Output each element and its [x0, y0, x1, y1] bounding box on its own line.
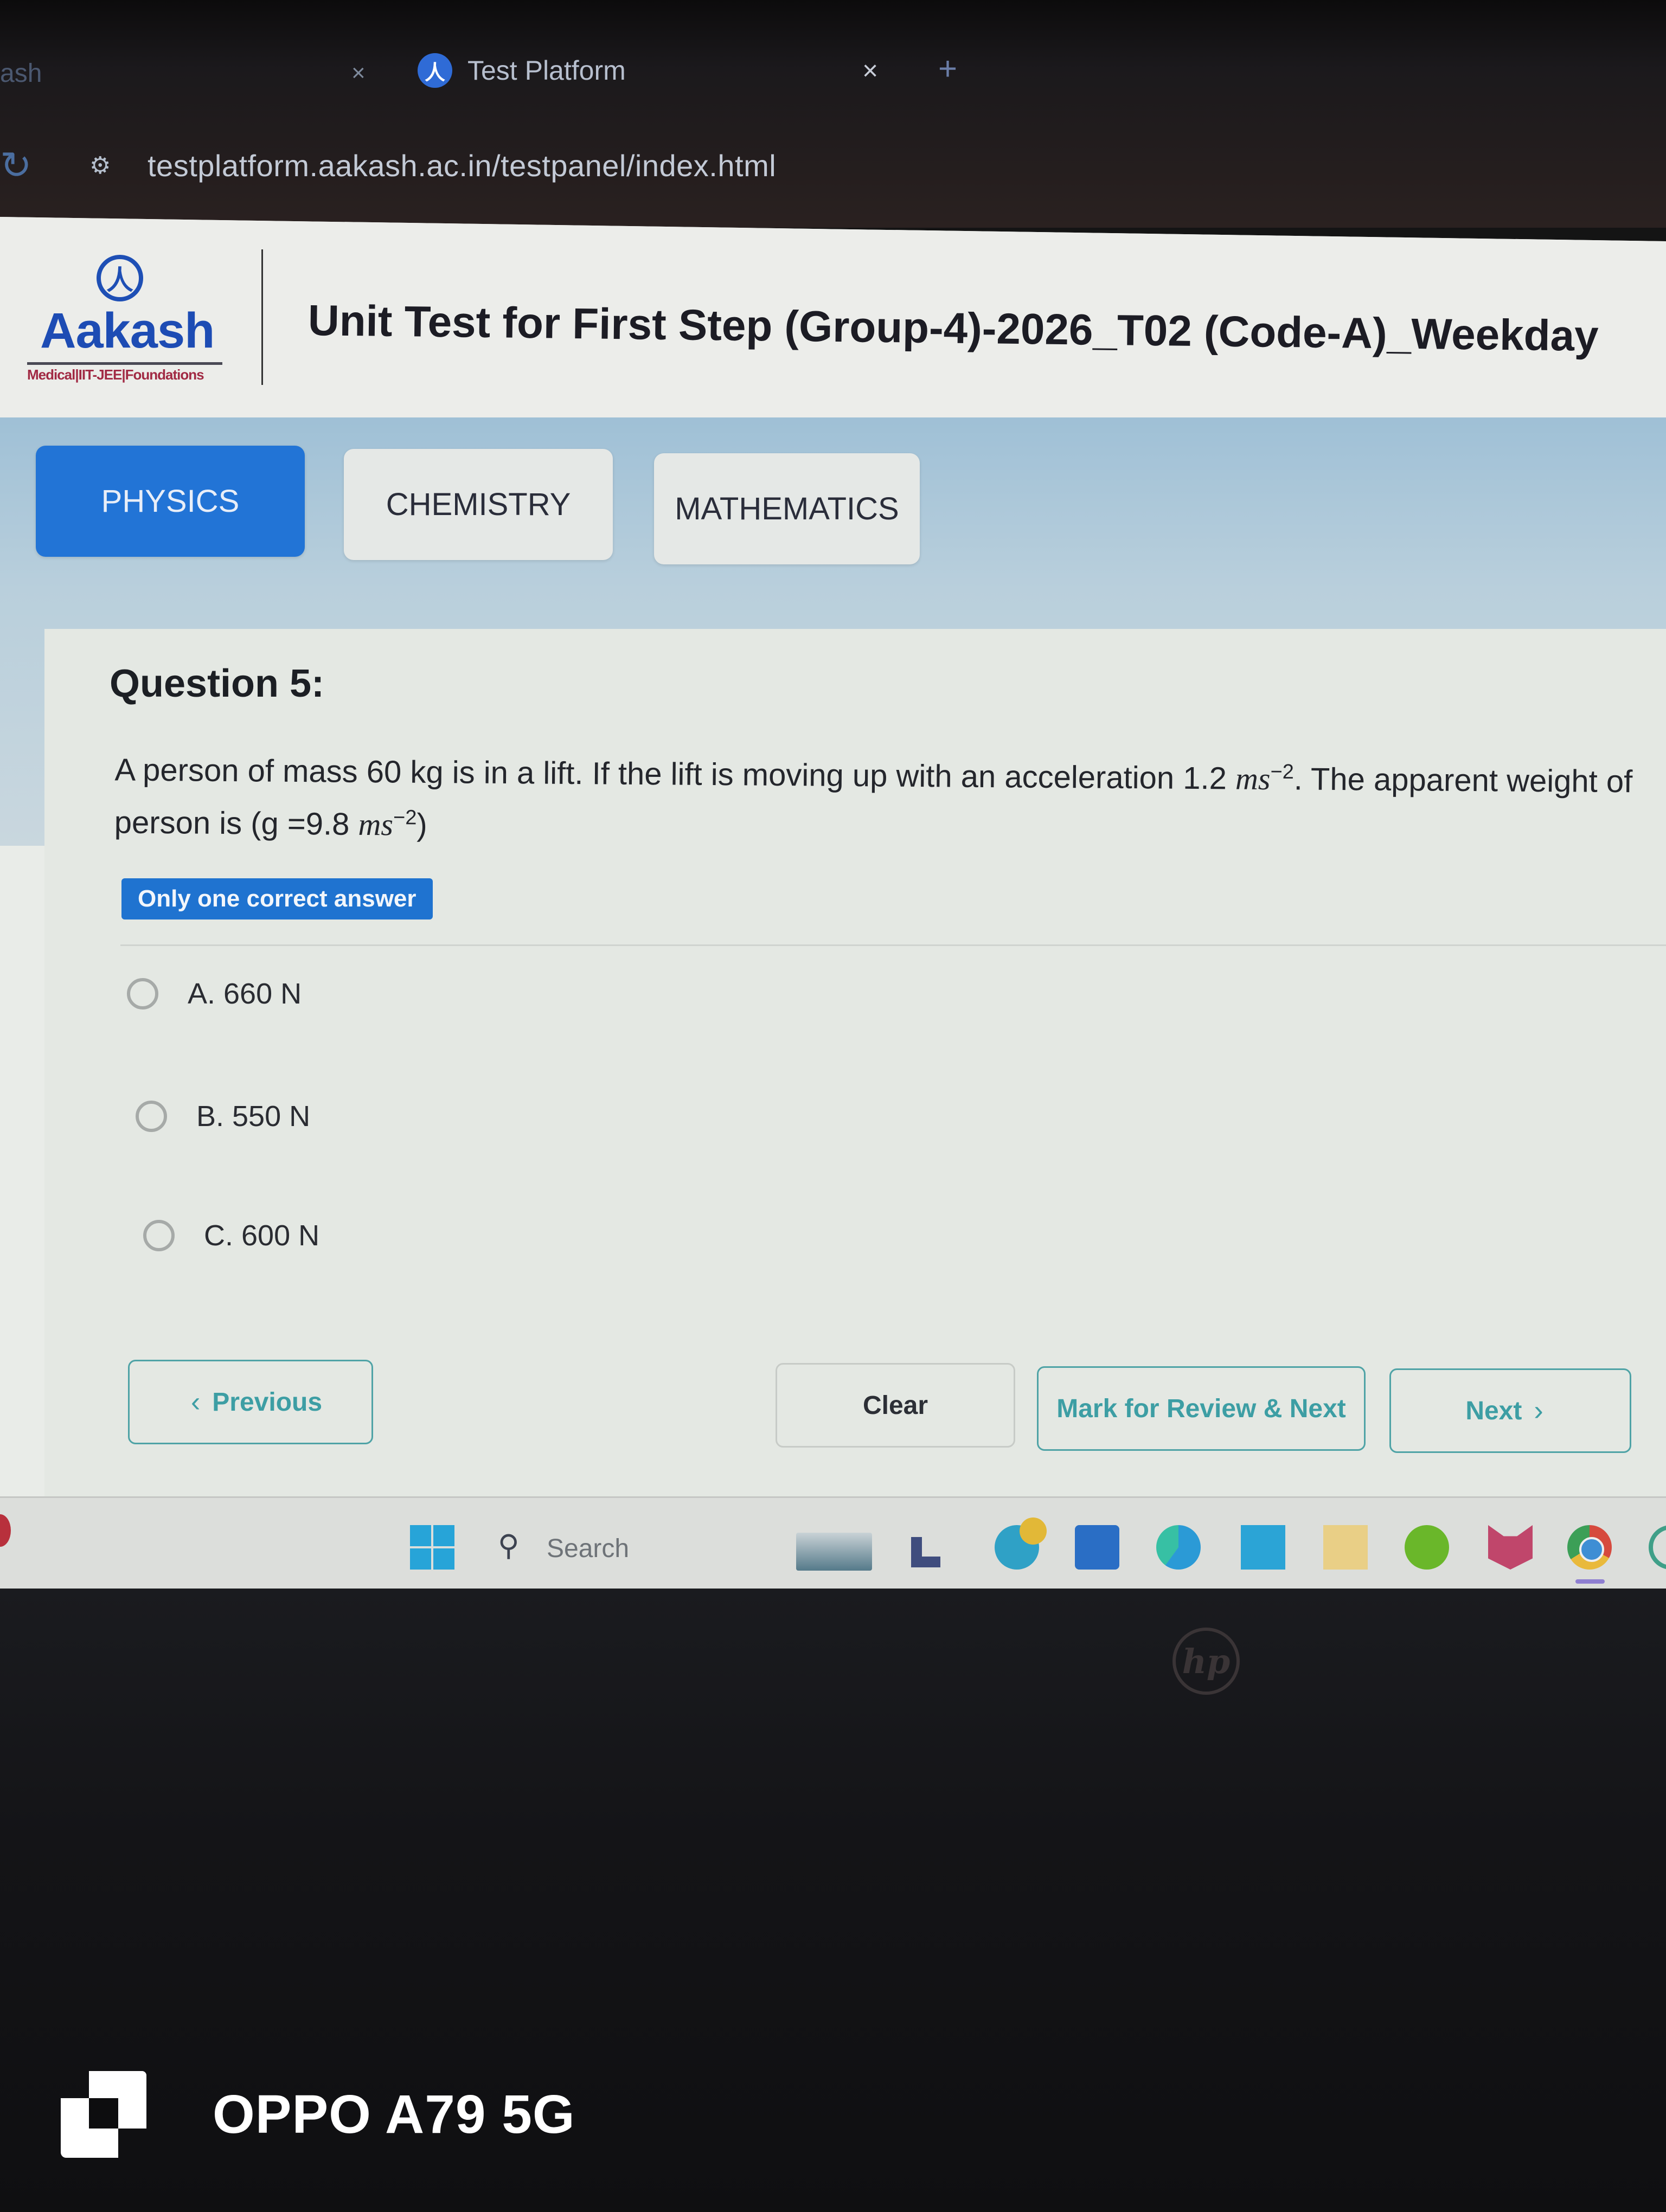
test-title: Unit Test for First Step (Group-4)-2026_…	[307, 296, 1599, 361]
widgets-icon[interactable]	[796, 1533, 872, 1571]
address-bar: ↻ ⚙ testplatform.aakash.ac.in/testpanel/…	[0, 136, 1666, 195]
tab-title: Test Platform	[467, 55, 626, 86]
page-header: 人 Aakash Medical|IIT-JEE|Foundations Uni…	[0, 217, 1666, 417]
test-page: 人 Aakash Medical|IIT-JEE|Foundations Uni…	[0, 217, 1666, 1583]
tab-physics[interactable]: PHYSICS	[36, 446, 305, 557]
close-icon[interactable]: ×	[862, 55, 878, 86]
whatsapp-icon[interactable]	[1649, 1525, 1666, 1570]
hp-logo-icon: hp	[1172, 1628, 1240, 1695]
radio-button[interactable]	[143, 1220, 175, 1251]
url-field[interactable]: testplatform.aakash.ac.in/testpanel/inde…	[148, 148, 776, 183]
tab-chemistry[interactable]: CHEMISTRY	[344, 449, 613, 560]
close-icon[interactable]: ×	[351, 60, 366, 87]
previous-button[interactable]: ‹ Previous	[128, 1360, 373, 1444]
clear-button[interactable]: Clear	[776, 1363, 1015, 1448]
aakash-emblem-icon: 人	[97, 255, 143, 301]
browser-chrome: ash × 人 Test Platform × + ↻ ⚙ testplatfo…	[0, 0, 1666, 228]
divider	[120, 944, 1666, 946]
site-info-icon[interactable]: ⚙	[89, 152, 111, 179]
option-a[interactable]: A. 660 N	[127, 977, 302, 1011]
tab-title: ash	[0, 59, 42, 88]
new-tab-button[interactable]: +	[938, 50, 957, 87]
answer-type-badge: Only one correct answer	[121, 878, 433, 919]
oppo-watermark-icon	[61, 2071, 164, 2158]
mark-for-review-next-button[interactable]: Mark for Review & Next	[1037, 1366, 1366, 1451]
reload-icon[interactable]: ↻	[0, 143, 32, 188]
option-c[interactable]: C. 600 N	[143, 1219, 319, 1252]
logo-tagline: Medical|IIT-JEE|Foundations	[27, 366, 204, 383]
chevron-right-icon: ›	[1534, 1395, 1543, 1426]
windows-taskbar: ⚲ Search	[0, 1496, 1666, 1590]
next-label: Next	[1465, 1396, 1522, 1425]
mahp-app-icon[interactable]	[1241, 1525, 1285, 1570]
question-text: A person of mass 60 kg is in a lift. If …	[114, 740, 1665, 858]
microsoft-store-icon[interactable]	[1075, 1525, 1119, 1570]
search-icon[interactable]: ⚲	[498, 1528, 520, 1562]
header-divider	[261, 249, 263, 385]
taskbar-search-input[interactable]: Search	[547, 1534, 629, 1564]
unit: ms	[1235, 761, 1271, 797]
l-app-icon[interactable]	[911, 1537, 940, 1567]
next-button[interactable]: Next ›	[1389, 1368, 1631, 1453]
option-b[interactable]: B. 550 N	[136, 1099, 310, 1133]
edge-icon[interactable]	[1156, 1525, 1201, 1570]
tab-mathematics[interactable]: MATHEMATICS	[654, 453, 920, 564]
question-text-part: )	[416, 807, 427, 843]
aakash-logo: 人 Aakash Medical|IIT-JEE|Foundations	[27, 255, 233, 383]
option-label: C. 600 N	[204, 1219, 320, 1252]
file-explorer-icon[interactable]	[1323, 1525, 1368, 1570]
option-label: B. 550 N	[196, 1100, 311, 1133]
notification-dot-icon	[1020, 1517, 1047, 1545]
notification-badge-icon[interactable]	[0, 1514, 11, 1547]
option-label: A. 660 N	[188, 978, 302, 1010]
browser-tab-previous[interactable]: ash ×	[0, 43, 380, 103]
radio-button[interactable]	[127, 978, 158, 1009]
active-app-indicator	[1575, 1579, 1605, 1584]
chrome-icon-center	[1579, 1537, 1604, 1562]
exponent: −2	[393, 806, 417, 829]
duolingo-icon[interactable]	[1405, 1525, 1449, 1570]
chevron-left-icon: ‹	[190, 1386, 201, 1418]
radio-button[interactable]	[136, 1101, 167, 1132]
exponent: −2	[1270, 760, 1295, 784]
question-number: Question 5:	[110, 662, 325, 705]
windows-start-icon[interactable]	[410, 1525, 454, 1570]
question-text-part: A person of mass 60 kg is in a lift. If …	[114, 752, 1236, 796]
mcafee-icon[interactable]	[1488, 1525, 1533, 1570]
previous-label: Previous	[212, 1387, 323, 1417]
browser-tab-test-platform[interactable]: 人 Test Platform ×	[418, 38, 906, 103]
watermark-text: OPPO A79 5G	[213, 2084, 575, 2145]
logo-divider	[27, 362, 222, 365]
unit: ms	[358, 807, 394, 843]
aakash-favicon-icon: 人	[418, 53, 452, 88]
camera-watermark: OPPO A79 5G	[61, 2071, 575, 2158]
logo-wordmark: Aakash	[40, 303, 215, 358]
